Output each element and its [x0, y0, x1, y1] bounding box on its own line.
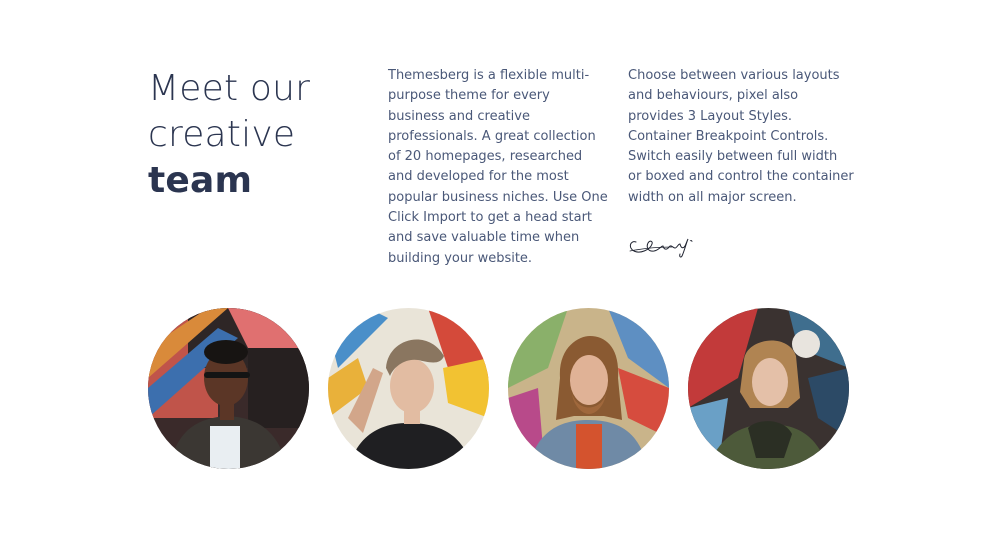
team-member-photo — [148, 308, 309, 469]
layouts-paragraph: Choose between various layouts and behav… — [628, 68, 854, 205]
intro-paragraph: Themesberg is a flexible multi-purpose t… — [388, 68, 608, 266]
team-section: { "heading": { "line1": "Meet our", "lin… — [0, 0, 1000, 555]
team-member-photo — [508, 308, 669, 469]
heading-line-1: Meet our — [148, 68, 311, 109]
signature-image — [629, 238, 693, 258]
team-member-photo — [328, 308, 489, 469]
heading-line-3: team — [148, 160, 253, 201]
heading-line-2: creative — [148, 114, 296, 155]
team-member-photo — [688, 308, 849, 469]
section-heading: Meet our creative team — [148, 66, 378, 204]
